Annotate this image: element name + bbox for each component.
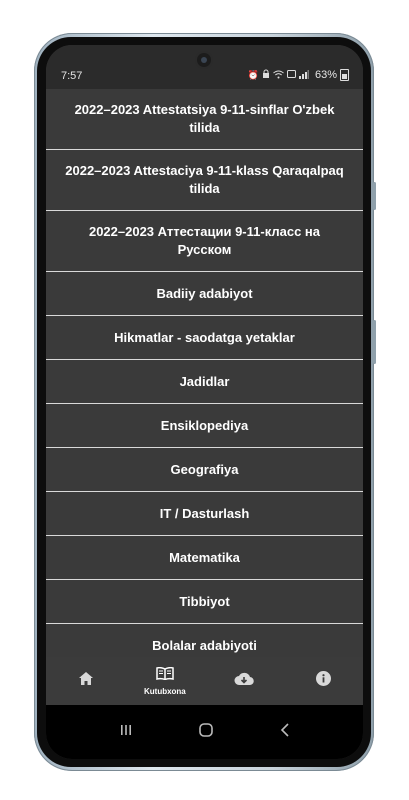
list-item-label: Ensiklopediya (160, 417, 249, 433)
list-item[interactable]: 2022–2023 Attestaciya 9-11-klass Qaraqal… (46, 150, 363, 211)
home-icon (78, 672, 93, 690)
signal-icon (298, 69, 309, 81)
phone-side-button (373, 320, 376, 364)
list-item[interactable]: Bolalar adabiyoti (46, 624, 363, 657)
front-camera (197, 53, 211, 67)
list-item-label: IT / Dasturlash (159, 505, 250, 521)
bottom-navigation: Kutubxona (46, 657, 363, 705)
status-bar: 7:57 ⏰ 63% (46, 45, 363, 89)
list-item-label: Hikmatlar - saodatga yetaklar (114, 329, 295, 345)
volte-icon (286, 70, 296, 80)
list-item-label: Badiiy adabiyot (156, 285, 253, 301)
list-item[interactable]: IT / Dasturlash (46, 492, 363, 536)
nav-library[interactable]: Kutubxona (125, 657, 204, 705)
lock-icon (262, 69, 270, 81)
system-navigation-bar (46, 705, 363, 759)
status-time: 7:57 (61, 70, 83, 82)
cloud-download-icon (234, 672, 254, 691)
list-item-label: 2022–2023 Аттестации 9-11-класс на Русск… (88, 224, 321, 257)
nav-home[interactable] (46, 657, 125, 705)
list-item-label: Matematika (169, 549, 240, 565)
list-item-label: Bolalar adabiyoti (152, 637, 257, 653)
battery-percent: 63% (314, 69, 337, 81)
recent-apps-icon[interactable] (120, 723, 132, 741)
back-icon[interactable] (280, 722, 290, 742)
list-item[interactable]: Badiiy adabiyot (46, 272, 363, 316)
status-icons: ⏰ 63% (248, 69, 349, 81)
nav-downloads[interactable] (205, 657, 284, 705)
list-item-label: Tibbiyot (179, 593, 230, 609)
list-item-label: Jadidlar (179, 373, 230, 389)
list-item[interactable]: Geografiya (46, 448, 363, 492)
list-item[interactable]: Tibbiyot (46, 580, 363, 624)
nav-library-label: Kutubxona (143, 686, 186, 696)
list-item[interactable]: 2022–2023 Attestatsiya 9-11-sinflar O'zb… (46, 89, 363, 150)
battery-icon (340, 69, 349, 81)
nav-info[interactable] (284, 657, 363, 705)
list-item-label: Geografiya (170, 461, 239, 477)
phone-side-button (373, 182, 376, 210)
library-list[interactable]: 2022–2023 Attestatsiya 9-11-sinflar O'zb… (46, 89, 363, 657)
list-item-label: 2022–2023 Attestaciya 9-11-klass Qaraqal… (65, 163, 344, 196)
screen: 7:57 ⏰ 63% 2022–2023 Attestatsiya 9-11-s… (46, 45, 363, 759)
list-item[interactable]: 2022–2023 Аттестации 9-11-класс на Русск… (46, 211, 363, 272)
book-icon (156, 666, 174, 685)
info-icon (315, 671, 331, 691)
alarm-icon: ⏰ (247, 70, 259, 80)
home-button-icon[interactable] (198, 722, 213, 742)
list-item[interactable]: Matematika (46, 536, 363, 580)
list-item[interactable]: Hikmatlar - saodatga yetaklar (46, 316, 363, 360)
list-item-label: 2022–2023 Attestatsiya 9-11-sinflar O'zb… (74, 102, 335, 135)
list-item[interactable]: Ensiklopediya (46, 404, 363, 448)
wifi-icon (273, 70, 284, 81)
list-item[interactable]: Jadidlar (46, 360, 363, 404)
